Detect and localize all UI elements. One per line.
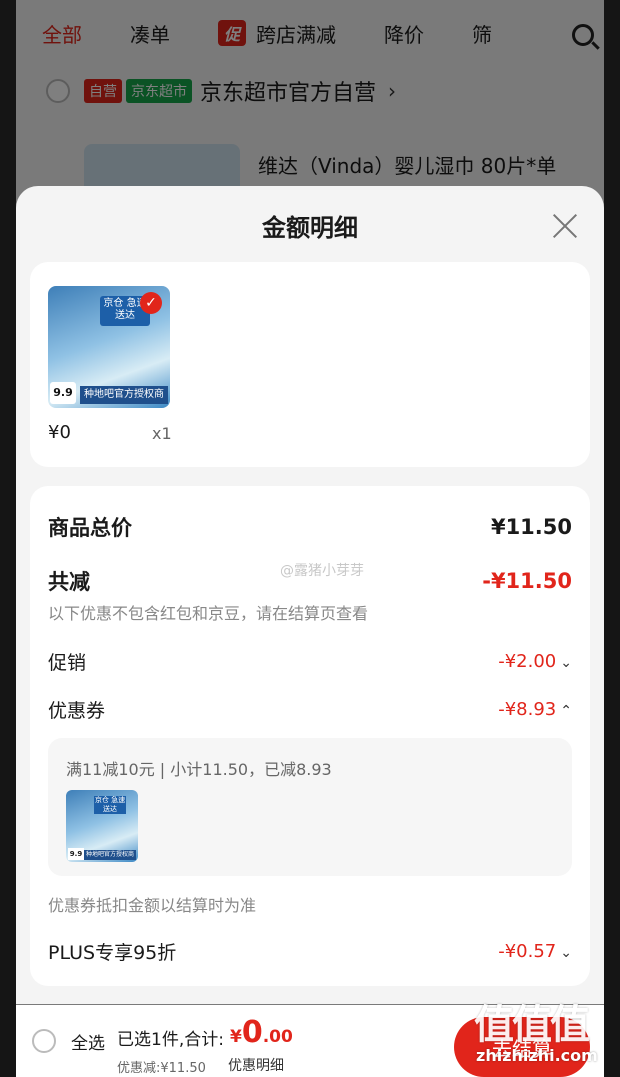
coupon-value: -¥8.93 (498, 699, 557, 720)
promo-value-wrap: -¥2.00 ⌄ (498, 651, 572, 672)
price-breakdown-card: 商品总价 ¥11.50 共减 -¥11.50 @露猪小芽芽 以下优惠不包含红包和… (30, 486, 590, 986)
total-row: 商品总价 ¥11.50 (48, 512, 572, 542)
coupon-product-image: 京仓 急速送达 9.9 种地吧官方授权商 (66, 790, 138, 862)
item-price: ¥0 (48, 422, 71, 443)
sheet-title: 金额明细 (262, 214, 358, 242)
coupon-value-wrap: -¥8.93 ⌃ (498, 699, 572, 720)
coupon-row[interactable]: 优惠券 -¥8.93 ⌃ (48, 696, 572, 723)
promo-row[interactable]: 促销 -¥2.00 ⌄ (48, 648, 572, 675)
coupon-image-label: 京仓 急速送达 (94, 796, 126, 814)
promo-value: -¥2.00 (498, 651, 557, 672)
coupon-image-band: 种地吧官方授权商 (84, 850, 136, 860)
coupon-label: 优惠券 (48, 700, 106, 722)
total-currency: ¥ (230, 1027, 242, 1047)
selected-count: 已选1件,合计: (117, 1030, 224, 1050)
plus-value: -¥0.57 (498, 941, 557, 962)
total-main: 0 (241, 1015, 263, 1050)
product-image: 京仓 急速送达 ✓ 9.9 种地吧官方授权商 (48, 286, 170, 408)
select-all-label[interactable]: 全选 (71, 1029, 105, 1054)
coupon-note: 优惠券抵扣金额以结算时为准 (48, 896, 257, 915)
reduce-label: 共减 (48, 570, 90, 594)
item-card: 京仓 急速送达 ✓ 9.9 种地吧官方授权商 ¥0 x1 (30, 262, 590, 467)
product-image-band: 种地吧官方授权商 (80, 386, 168, 404)
item-quantity: x1 (152, 424, 172, 443)
total-price: ¥0.00 (230, 1015, 293, 1050)
reduce-value: -¥11.50 (482, 569, 572, 593)
select-all-radio[interactable] (32, 1029, 56, 1053)
plus-value-wrap: -¥0.57 ⌄ (498, 941, 572, 962)
coupon-detail-text: 满11减10元 | 小计11.50，已减8.93 (66, 760, 332, 779)
close-icon[interactable] (552, 212, 578, 238)
total-label: 商品总价 (48, 516, 132, 540)
discount-summary: 优惠减:¥11.50 (117, 1061, 206, 1076)
discount-detail-link[interactable]: 优惠明细 (228, 1055, 284, 1075)
total-decimal: .00 (262, 1027, 293, 1047)
total-value: ¥11.50 (490, 515, 572, 539)
chevron-down-icon: ⌄ (560, 655, 572, 671)
zhizhizhi-url: zhizhizhi.com (476, 1046, 598, 1065)
check-icon: ✓ (140, 292, 162, 314)
product-image-price: 9.9 (50, 382, 76, 404)
coupon-image-price: 9.9 (68, 848, 84, 860)
amount-detail-sheet: 金额明细 京仓 急速送达 ✓ 9.9 种地吧官方授权商 ¥0 x1 商品总价 ¥… (16, 186, 604, 1004)
coupon-detail-box: 满11减10元 | 小计11.50，已减8.93 京仓 急速送达 9.9 种地吧… (48, 738, 572, 876)
zhizhizhi-logo: 值值值 (474, 1002, 590, 1048)
chevron-up-icon: ⌃ (560, 703, 572, 719)
plus-label: PLUS专享95折 (48, 942, 177, 964)
weibo-watermark: @露猪小芽芽 (280, 563, 364, 579)
chevron-down-icon: ⌄ (560, 945, 572, 961)
plus-row[interactable]: PLUS专享95折 -¥0.57 ⌄ (48, 938, 572, 965)
reduce-note: 以下优惠不包含红包和京豆，请在结算页查看 (48, 604, 369, 623)
promo-label: 促销 (48, 652, 87, 674)
